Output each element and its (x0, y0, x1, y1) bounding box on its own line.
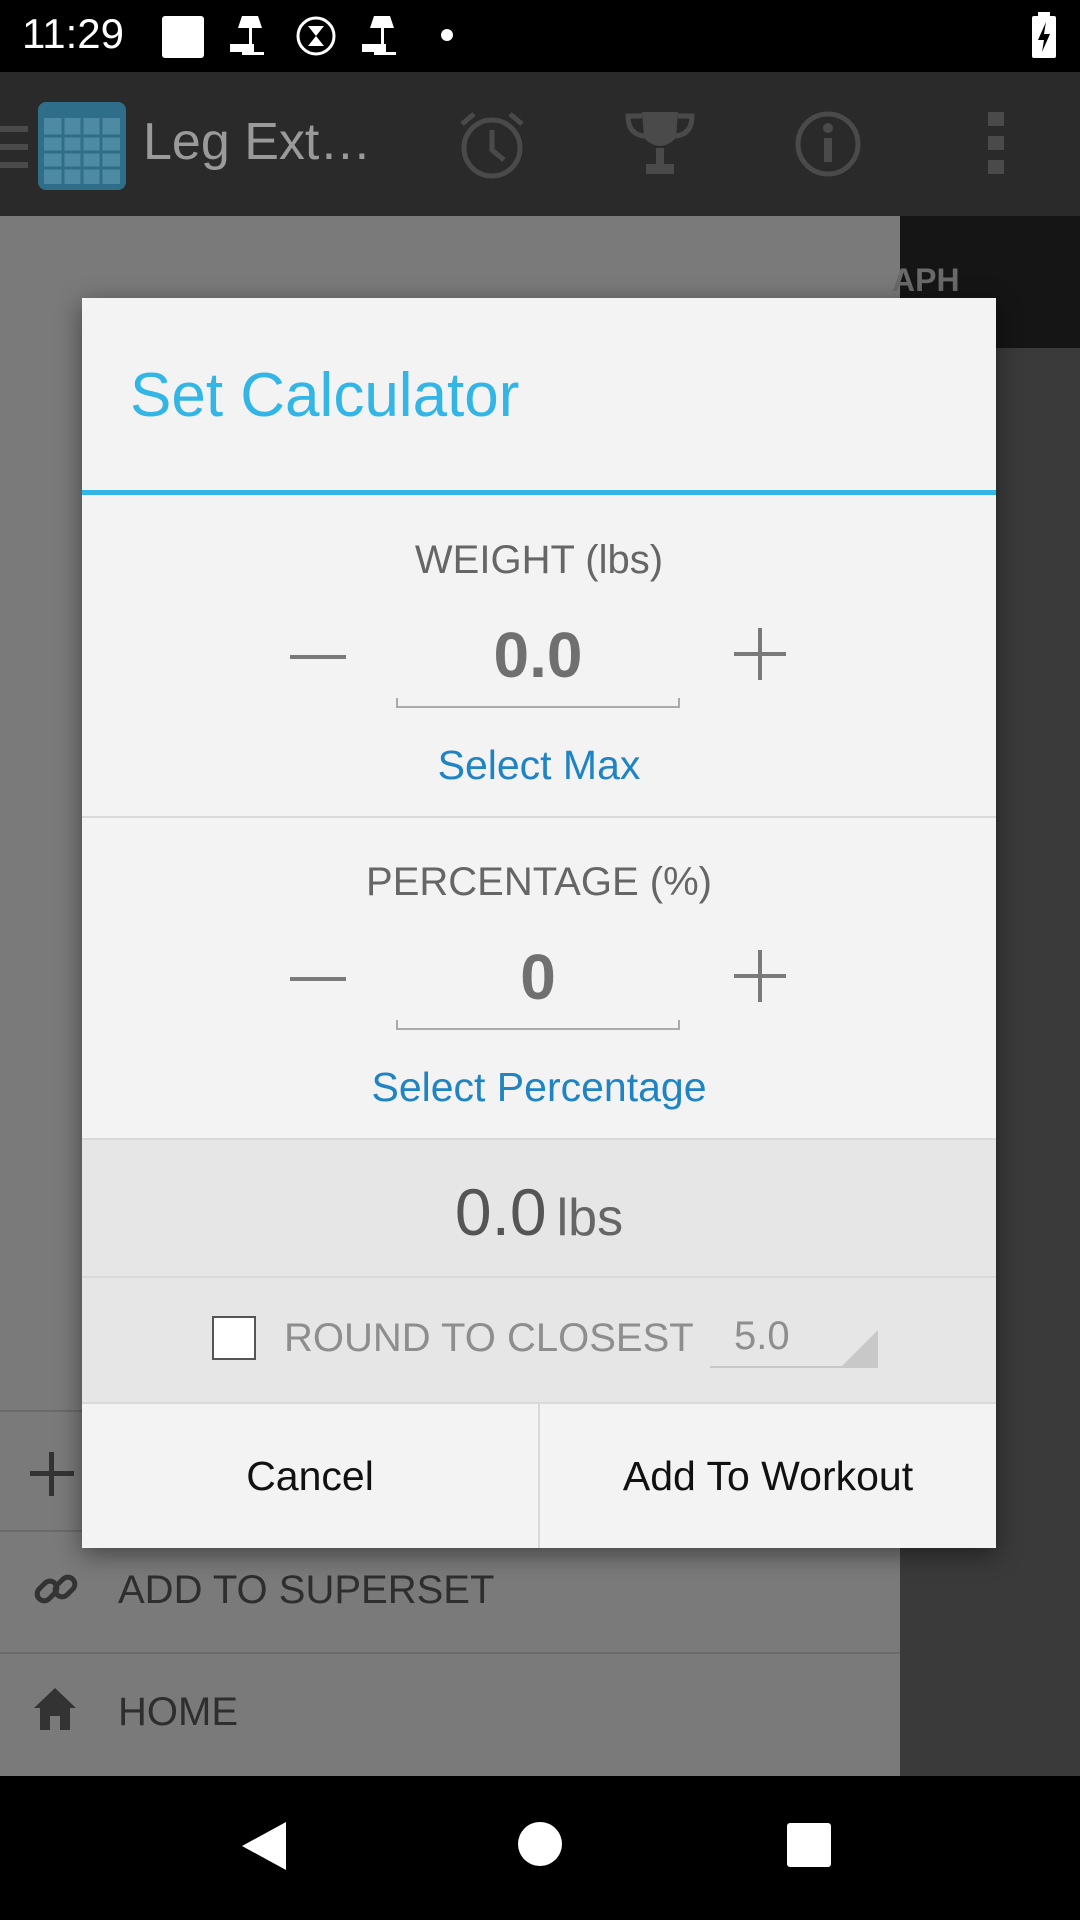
weight-input-underline (396, 698, 680, 708)
status-bar: 11:29 (0, 0, 1080, 72)
navigation-bar (0, 1776, 1080, 1920)
percentage-decrease-button[interactable] (278, 938, 358, 1018)
round-amount-dropdown[interactable]: 5.0 (710, 1308, 878, 1368)
background-row-superset: ADD TO SUPERSET (0, 1530, 900, 1652)
percentage-label: PERCENTAGE (%) (366, 860, 712, 904)
battery-charging-icon (1030, 12, 1058, 65)
menu-icon[interactable] (0, 122, 30, 177)
round-checkbox[interactable] (212, 1316, 256, 1360)
background-row-home: HOME (0, 1652, 900, 1774)
lamp-icon (228, 14, 272, 65)
status-time: 11:29 (22, 10, 124, 57)
round-amount-value: 5.0 (734, 1314, 790, 1358)
title-divider (82, 490, 996, 495)
round-row: ROUND TO CLOSEST 5.0 (82, 1278, 996, 1402)
result-value: 0.0 (454, 1175, 547, 1249)
dropdown-triangle-icon (842, 1330, 878, 1366)
trophy-icon[interactable] (624, 108, 696, 185)
plus-icon (732, 626, 788, 687)
weight-label: WEIGHT (lbs) (414, 538, 664, 582)
background-row-superset-label: ADD TO SUPERSET (118, 1568, 495, 1612)
section-divider (82, 816, 996, 818)
back-icon[interactable] (240, 1820, 288, 1877)
select-max-link[interactable]: Select Max (82, 742, 996, 789)
app-logo-icon (36, 100, 128, 197)
home-icon (30, 1684, 80, 1739)
percentage-increase-button[interactable] (720, 938, 800, 1018)
select-percentage-link[interactable]: Select Percentage (82, 1064, 996, 1111)
weight-input[interactable]: 0.0 (396, 618, 680, 708)
add-to-workout-button[interactable]: Add To Workout (540, 1404, 996, 1548)
result-unit: lbs (556, 1189, 624, 1247)
result-panel: 0.0 lbs (82, 1140, 996, 1276)
dialog-button-row: Cancel Add To Workout (82, 1404, 996, 1548)
minus-icon (290, 969, 346, 987)
percentage-input-underline (396, 1020, 680, 1030)
info-icon[interactable] (792, 108, 864, 185)
background-row-home-label: HOME (118, 1690, 238, 1734)
set-calculator-dialog: Set Calculator WEIGHT (lbs) 0.0 Select M… (82, 298, 996, 1548)
overflow-menu-icon[interactable] (984, 108, 1008, 185)
weight-decrease-button[interactable] (278, 616, 358, 696)
hourglass-icon (294, 14, 338, 65)
lamp-icon (360, 14, 404, 65)
cancel-button[interactable]: Cancel (82, 1404, 538, 1548)
notification-square-icon (160, 14, 206, 65)
dialog-title: Set Calculator (130, 361, 520, 430)
background-tab-label: APH (892, 262, 960, 298)
dot-icon (440, 28, 454, 47)
minus-icon (290, 647, 346, 665)
plus-icon (732, 948, 788, 1009)
link-icon (30, 1562, 84, 1621)
home-nav-icon[interactable] (516, 1820, 564, 1873)
plus-icon (30, 1452, 74, 1501)
recents-icon[interactable] (786, 1822, 832, 1873)
app-title: Leg Ext… (143, 113, 372, 171)
alarm-clock-icon[interactable] (456, 108, 528, 185)
round-label: ROUND TO CLOSEST (284, 1316, 694, 1360)
weight-increase-button[interactable] (720, 616, 800, 696)
percentage-input[interactable]: 0 (396, 940, 680, 1030)
app-bar: Leg Ext… (0, 72, 1080, 216)
